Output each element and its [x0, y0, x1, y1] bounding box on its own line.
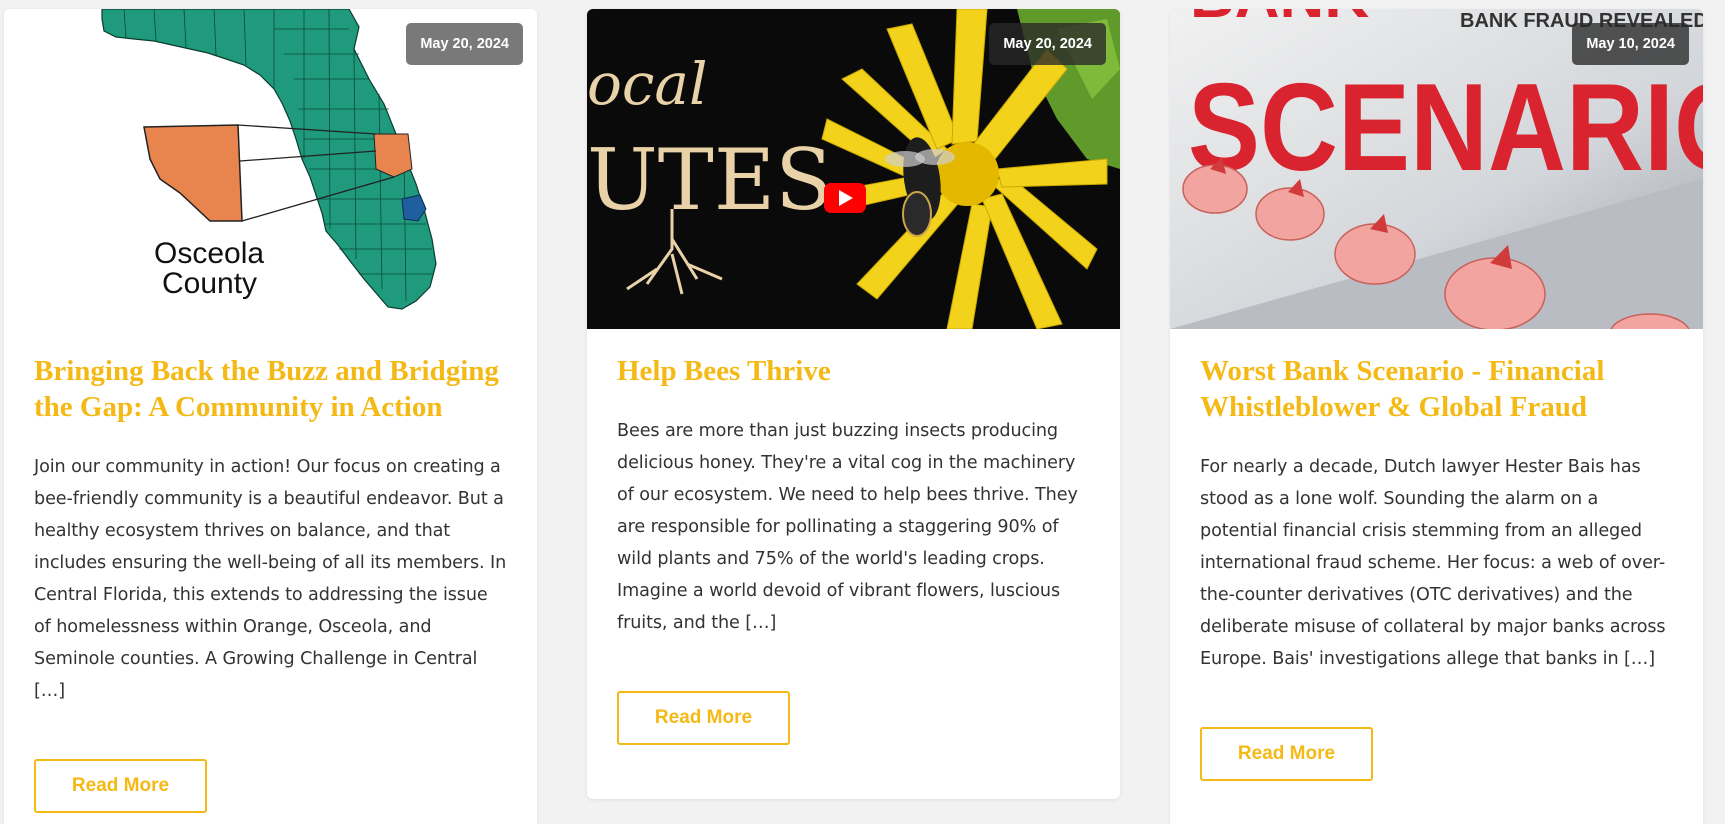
post-date-badge: May 20, 2024 [406, 23, 523, 65]
post-title[interactable]: Bringing Back the Buzz and Bridging the … [34, 353, 507, 425]
post-card: Osceola County May 20, 2024 Bringing Bac… [4, 9, 537, 824]
post-excerpt: Join our community in action! Our focus … [34, 457, 507, 701]
read-more-button[interactable]: Read More [617, 691, 790, 745]
youtube-play-icon[interactable] [824, 183, 866, 213]
post-title[interactable]: Help Bees Thrive [617, 353, 1090, 389]
post-card: BANK BANK FRAUD REVEALED SCENARIO May 10… [1170, 9, 1703, 824]
map-label-line1: Osceola [154, 237, 264, 270]
video-title-text-1: ocal [587, 50, 708, 118]
post-thumbnail[interactable]: Osceola County May 20, 2024 [4, 9, 537, 329]
video-title-text-2: UTES [587, 131, 833, 229]
post-thumbnail[interactable]: BANK BANK FRAUD REVEALED SCENARIO May 10… [1170, 9, 1703, 329]
post-thumbnail[interactable]: ocal UTES May 20, 2024 [587, 9, 1120, 329]
post-date-badge: May 20, 2024 [989, 23, 1106, 65]
map-label-line2: County [162, 267, 257, 300]
scenario-clipped-text: BANK [1190, 9, 1369, 31]
post-date-badge: May 10, 2024 [1572, 23, 1689, 65]
post-card: ocal UTES May 20, 2024 Help Bees Thrive … [587, 9, 1120, 799]
read-more-button[interactable]: Read More [1200, 727, 1373, 781]
post-title[interactable]: Worst Bank Scenario - Financial Whistleb… [1200, 353, 1673, 425]
post-excerpt: For nearly a decade, Dutch lawyer Hester… [1200, 457, 1666, 669]
read-more-button[interactable]: Read More [34, 759, 207, 813]
post-excerpt: Bees are more than just buzzing insects … [617, 421, 1078, 633]
scenario-main-text: SCENARIO [1188, 58, 1703, 197]
